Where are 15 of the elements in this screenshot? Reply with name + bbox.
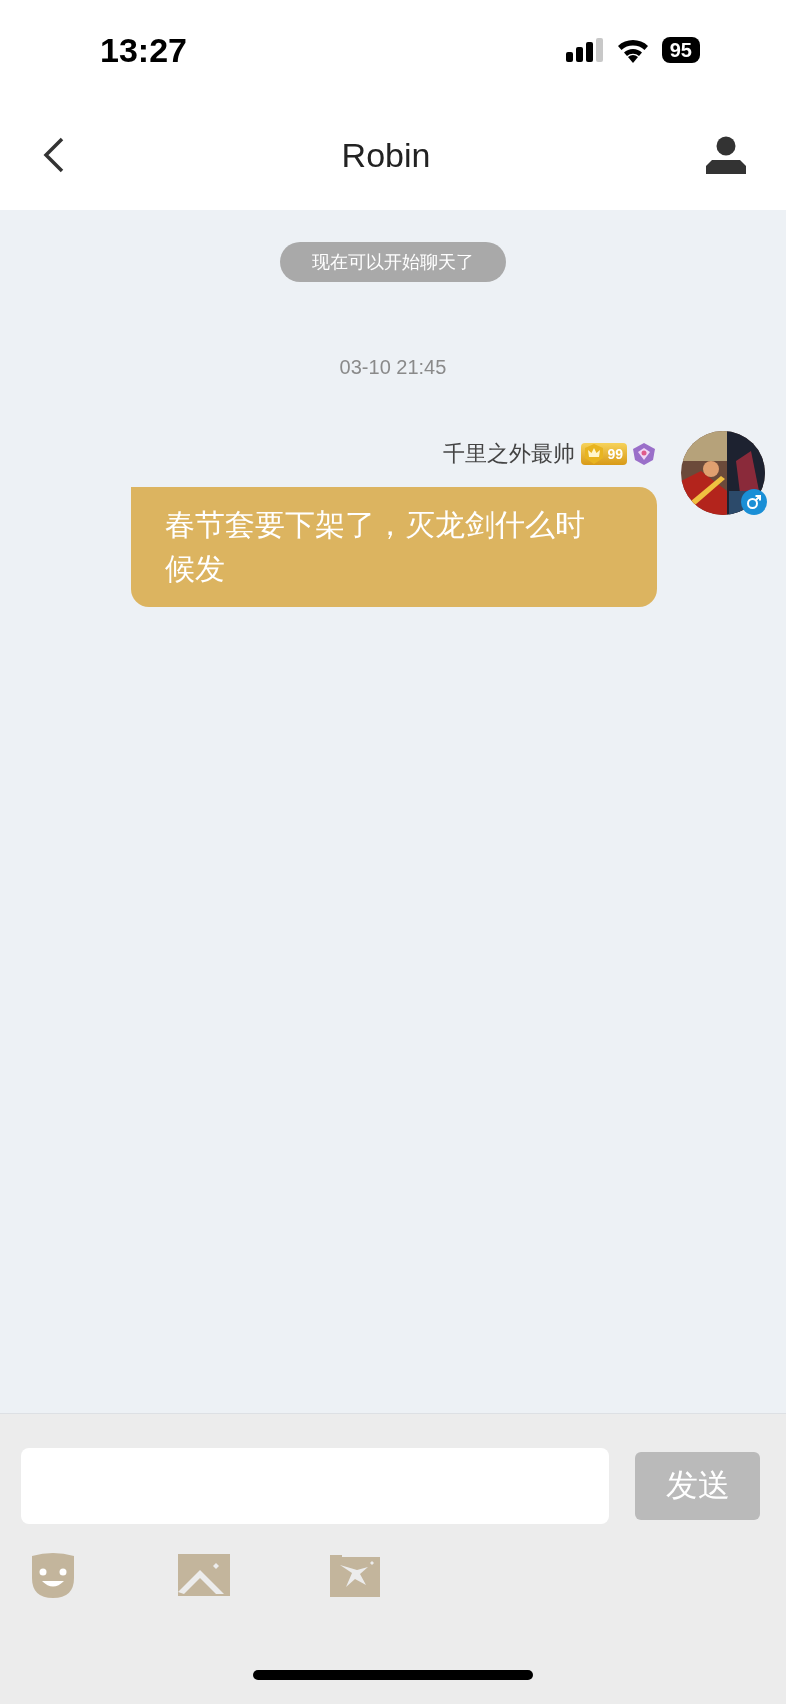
level-badge: 99	[581, 443, 627, 465]
sticker-icon[interactable]	[330, 1553, 380, 1597]
wifi-icon	[615, 37, 650, 63]
message-timestamp: 03-10 21:45	[339, 356, 447, 379]
person-icon[interactable]	[706, 136, 746, 174]
status-time: 13:27	[100, 30, 187, 70]
sender-name: 千里之外最帅	[443, 440, 576, 468]
battery-indicator: 95	[661, 37, 700, 63]
message-bubble: 春节套要下架了，灭龙剑什么时候发	[131, 487, 657, 607]
emblem-icon	[631, 442, 657, 466]
back-icon[interactable]	[42, 137, 66, 173]
image-icon[interactable]	[178, 1554, 230, 1596]
chat-title: Robin	[341, 135, 431, 175]
system-notice: 现在可以开始聊天了	[280, 242, 506, 282]
signal-icon	[565, 38, 604, 62]
